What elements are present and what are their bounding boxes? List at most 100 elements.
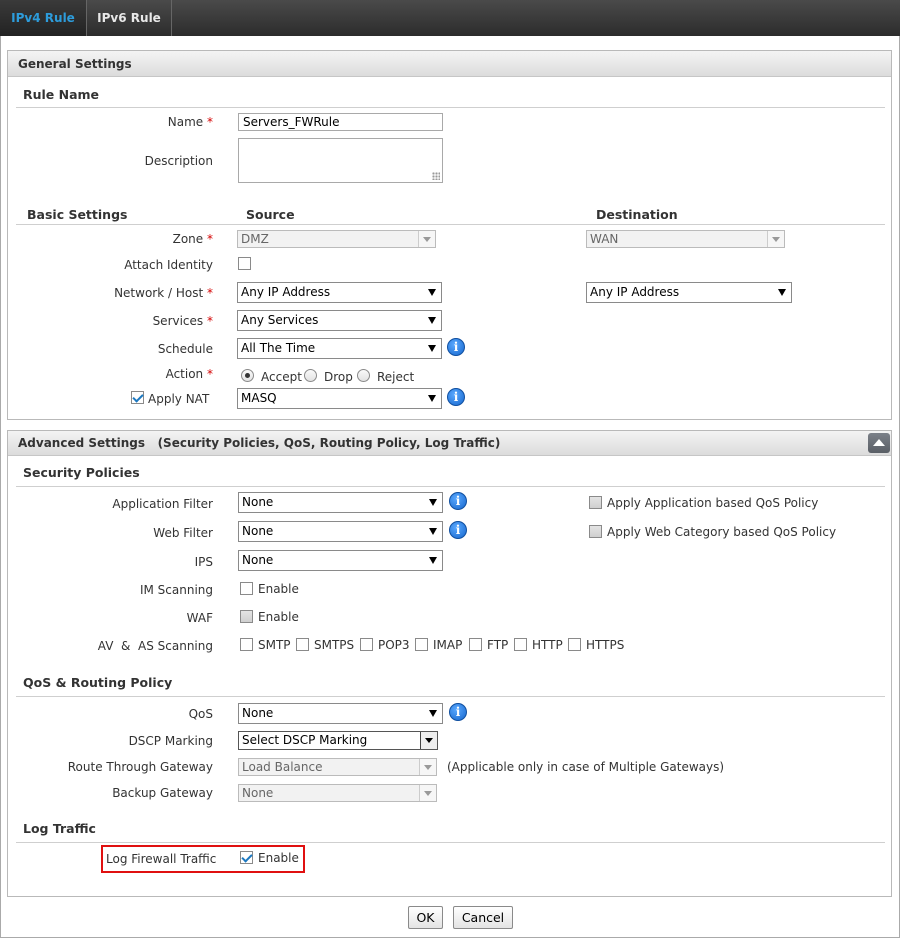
ips-select[interactable]: None xyxy=(238,550,443,571)
rule-name-heading: Rule Name xyxy=(23,87,100,102)
name-label: Name * xyxy=(167,115,213,129)
av-https-checkbox[interactable] xyxy=(568,638,581,651)
ok-button[interactable]: OK xyxy=(408,906,443,929)
log-firewall-checkbox[interactable] xyxy=(240,851,253,864)
destination-heading: Destination xyxy=(596,207,678,222)
av-smtp-checkbox[interactable] xyxy=(240,638,253,651)
divider xyxy=(16,842,885,843)
av-as-scanning-label: AV & AS Scanning xyxy=(97,639,213,653)
backup-gateway-select: None xyxy=(238,784,437,802)
av-ftp-checkbox[interactable] xyxy=(469,638,482,651)
av-smtp-label: SMTP xyxy=(258,638,291,652)
av-pop3-checkbox[interactable] xyxy=(360,638,373,651)
web-filter-info-icon[interactable]: i xyxy=(449,521,467,539)
action-label: Action * xyxy=(165,367,213,381)
av-imap-label: IMAP xyxy=(433,638,463,652)
services-label: Services * xyxy=(152,314,213,328)
dscp-marking-label: DSCP Marking xyxy=(128,734,213,748)
advanced-settings-title: Advanced Settings (Security Policies, Qo… xyxy=(18,436,501,450)
action-accept-radio[interactable] xyxy=(241,369,254,382)
im-scanning-checkbox[interactable] xyxy=(240,582,253,595)
web-qos-checkbox[interactable] xyxy=(589,525,602,538)
app-qos-label: Apply Application based QoS Policy xyxy=(607,496,819,510)
divider xyxy=(16,107,885,108)
divider xyxy=(16,224,885,225)
action-reject-label: Reject xyxy=(377,370,415,384)
cancel-button[interactable]: Cancel xyxy=(453,906,513,929)
av-smtps-label: SMTPS xyxy=(314,638,355,652)
dropdown-arrow-icon xyxy=(429,528,437,535)
waf-checkbox[interactable] xyxy=(240,610,253,623)
divider xyxy=(16,696,885,697)
schedule-label: Schedule xyxy=(157,342,213,356)
qos-label: QoS xyxy=(188,707,213,721)
attach-identity-label: Attach Identity xyxy=(124,258,213,272)
schedule-select[interactable]: All The Time xyxy=(237,338,442,359)
description-textarea[interactable] xyxy=(238,138,443,183)
av-http-label: HTTP xyxy=(532,638,563,652)
services-select[interactable]: Any Services xyxy=(237,310,442,331)
app-qos-checkbox[interactable] xyxy=(589,496,602,509)
chevron-down-icon xyxy=(767,231,784,247)
dropdown-arrow-icon xyxy=(428,345,436,352)
route-gateway-label: Route Through Gateway xyxy=(67,760,213,774)
qos-info-icon[interactable]: i xyxy=(449,703,467,721)
av-imap-checkbox[interactable] xyxy=(415,638,428,651)
network-destination-select[interactable]: Any IP Address xyxy=(586,282,792,303)
resize-grip-icon[interactable] xyxy=(432,172,440,180)
log-traffic-heading: Log Traffic xyxy=(23,821,96,836)
schedule-info-icon[interactable]: i xyxy=(447,338,465,356)
dropdown-arrow-icon xyxy=(428,289,436,296)
tab-ipv6-rule[interactable]: IPv6 Rule xyxy=(87,0,172,36)
nat-select[interactable]: MASQ xyxy=(237,388,442,409)
source-heading: Source xyxy=(246,207,295,222)
divider xyxy=(16,486,885,487)
nat-info-icon[interactable]: i xyxy=(447,388,465,406)
av-smtps-checkbox[interactable] xyxy=(296,638,309,651)
web-qos-label: Apply Web Category based QoS Policy xyxy=(607,525,837,539)
dropdown-arrow-icon xyxy=(429,710,437,717)
zone-label: Zone * xyxy=(172,232,213,246)
dscp-marking-select[interactable]: Select DSCP Marking xyxy=(238,731,438,750)
collapse-up-icon[interactable] xyxy=(868,433,890,453)
web-filter-label: Web Filter xyxy=(153,526,213,540)
av-https-label: HTTPS xyxy=(586,638,625,652)
tab-ipv4-rule[interactable]: IPv4 Rule xyxy=(0,0,87,36)
web-filter-select[interactable]: None xyxy=(238,521,443,542)
log-firewall-enable-label: Enable xyxy=(258,851,299,865)
dropdown-arrow-icon xyxy=(429,499,437,506)
general-settings-header: General Settings xyxy=(8,51,891,77)
qos-select[interactable]: None xyxy=(238,703,443,724)
chevron-down-icon xyxy=(418,231,435,247)
application-filter-select[interactable]: None xyxy=(238,492,443,513)
description-label: Description xyxy=(144,154,213,168)
waf-label: WAF xyxy=(186,611,213,625)
network-source-select[interactable]: Any IP Address xyxy=(237,282,442,303)
im-scanning-enable-label: Enable xyxy=(258,582,299,596)
tab-bar: IPv4 Rule IPv6 Rule xyxy=(0,0,900,36)
chevron-down-icon xyxy=(419,785,436,801)
chevron-down-icon xyxy=(420,732,437,749)
apply-nat-label: Apply NAT xyxy=(148,392,210,406)
application-filter-label: Application Filter xyxy=(112,497,213,511)
dropdown-arrow-icon xyxy=(429,557,437,564)
im-scanning-label: IM Scanning xyxy=(139,583,213,597)
application-filter-info-icon[interactable]: i xyxy=(449,492,467,510)
av-pop3-label: POP3 xyxy=(378,638,410,652)
dropdown-arrow-icon xyxy=(778,289,786,296)
network-host-label: Network / Host * xyxy=(114,286,213,300)
general-settings-title: General Settings xyxy=(18,57,132,71)
log-firewall-label: Log Firewall Traffic xyxy=(106,852,217,866)
backup-gateway-label: Backup Gateway xyxy=(112,786,213,800)
apply-nat-checkbox[interactable] xyxy=(131,391,144,404)
security-policies-heading: Security Policies xyxy=(23,465,140,480)
qos-routing-heading: QoS & Routing Policy xyxy=(23,675,173,690)
action-drop-radio[interactable] xyxy=(304,369,317,382)
name-input[interactable]: Servers_FWRule xyxy=(238,113,443,131)
action-reject-radio[interactable] xyxy=(357,369,370,382)
av-http-checkbox[interactable] xyxy=(514,638,527,651)
dropdown-arrow-icon xyxy=(428,317,436,324)
attach-identity-checkbox[interactable] xyxy=(238,257,251,270)
ips-label: IPS xyxy=(194,555,213,569)
waf-enable-label: Enable xyxy=(258,610,299,624)
